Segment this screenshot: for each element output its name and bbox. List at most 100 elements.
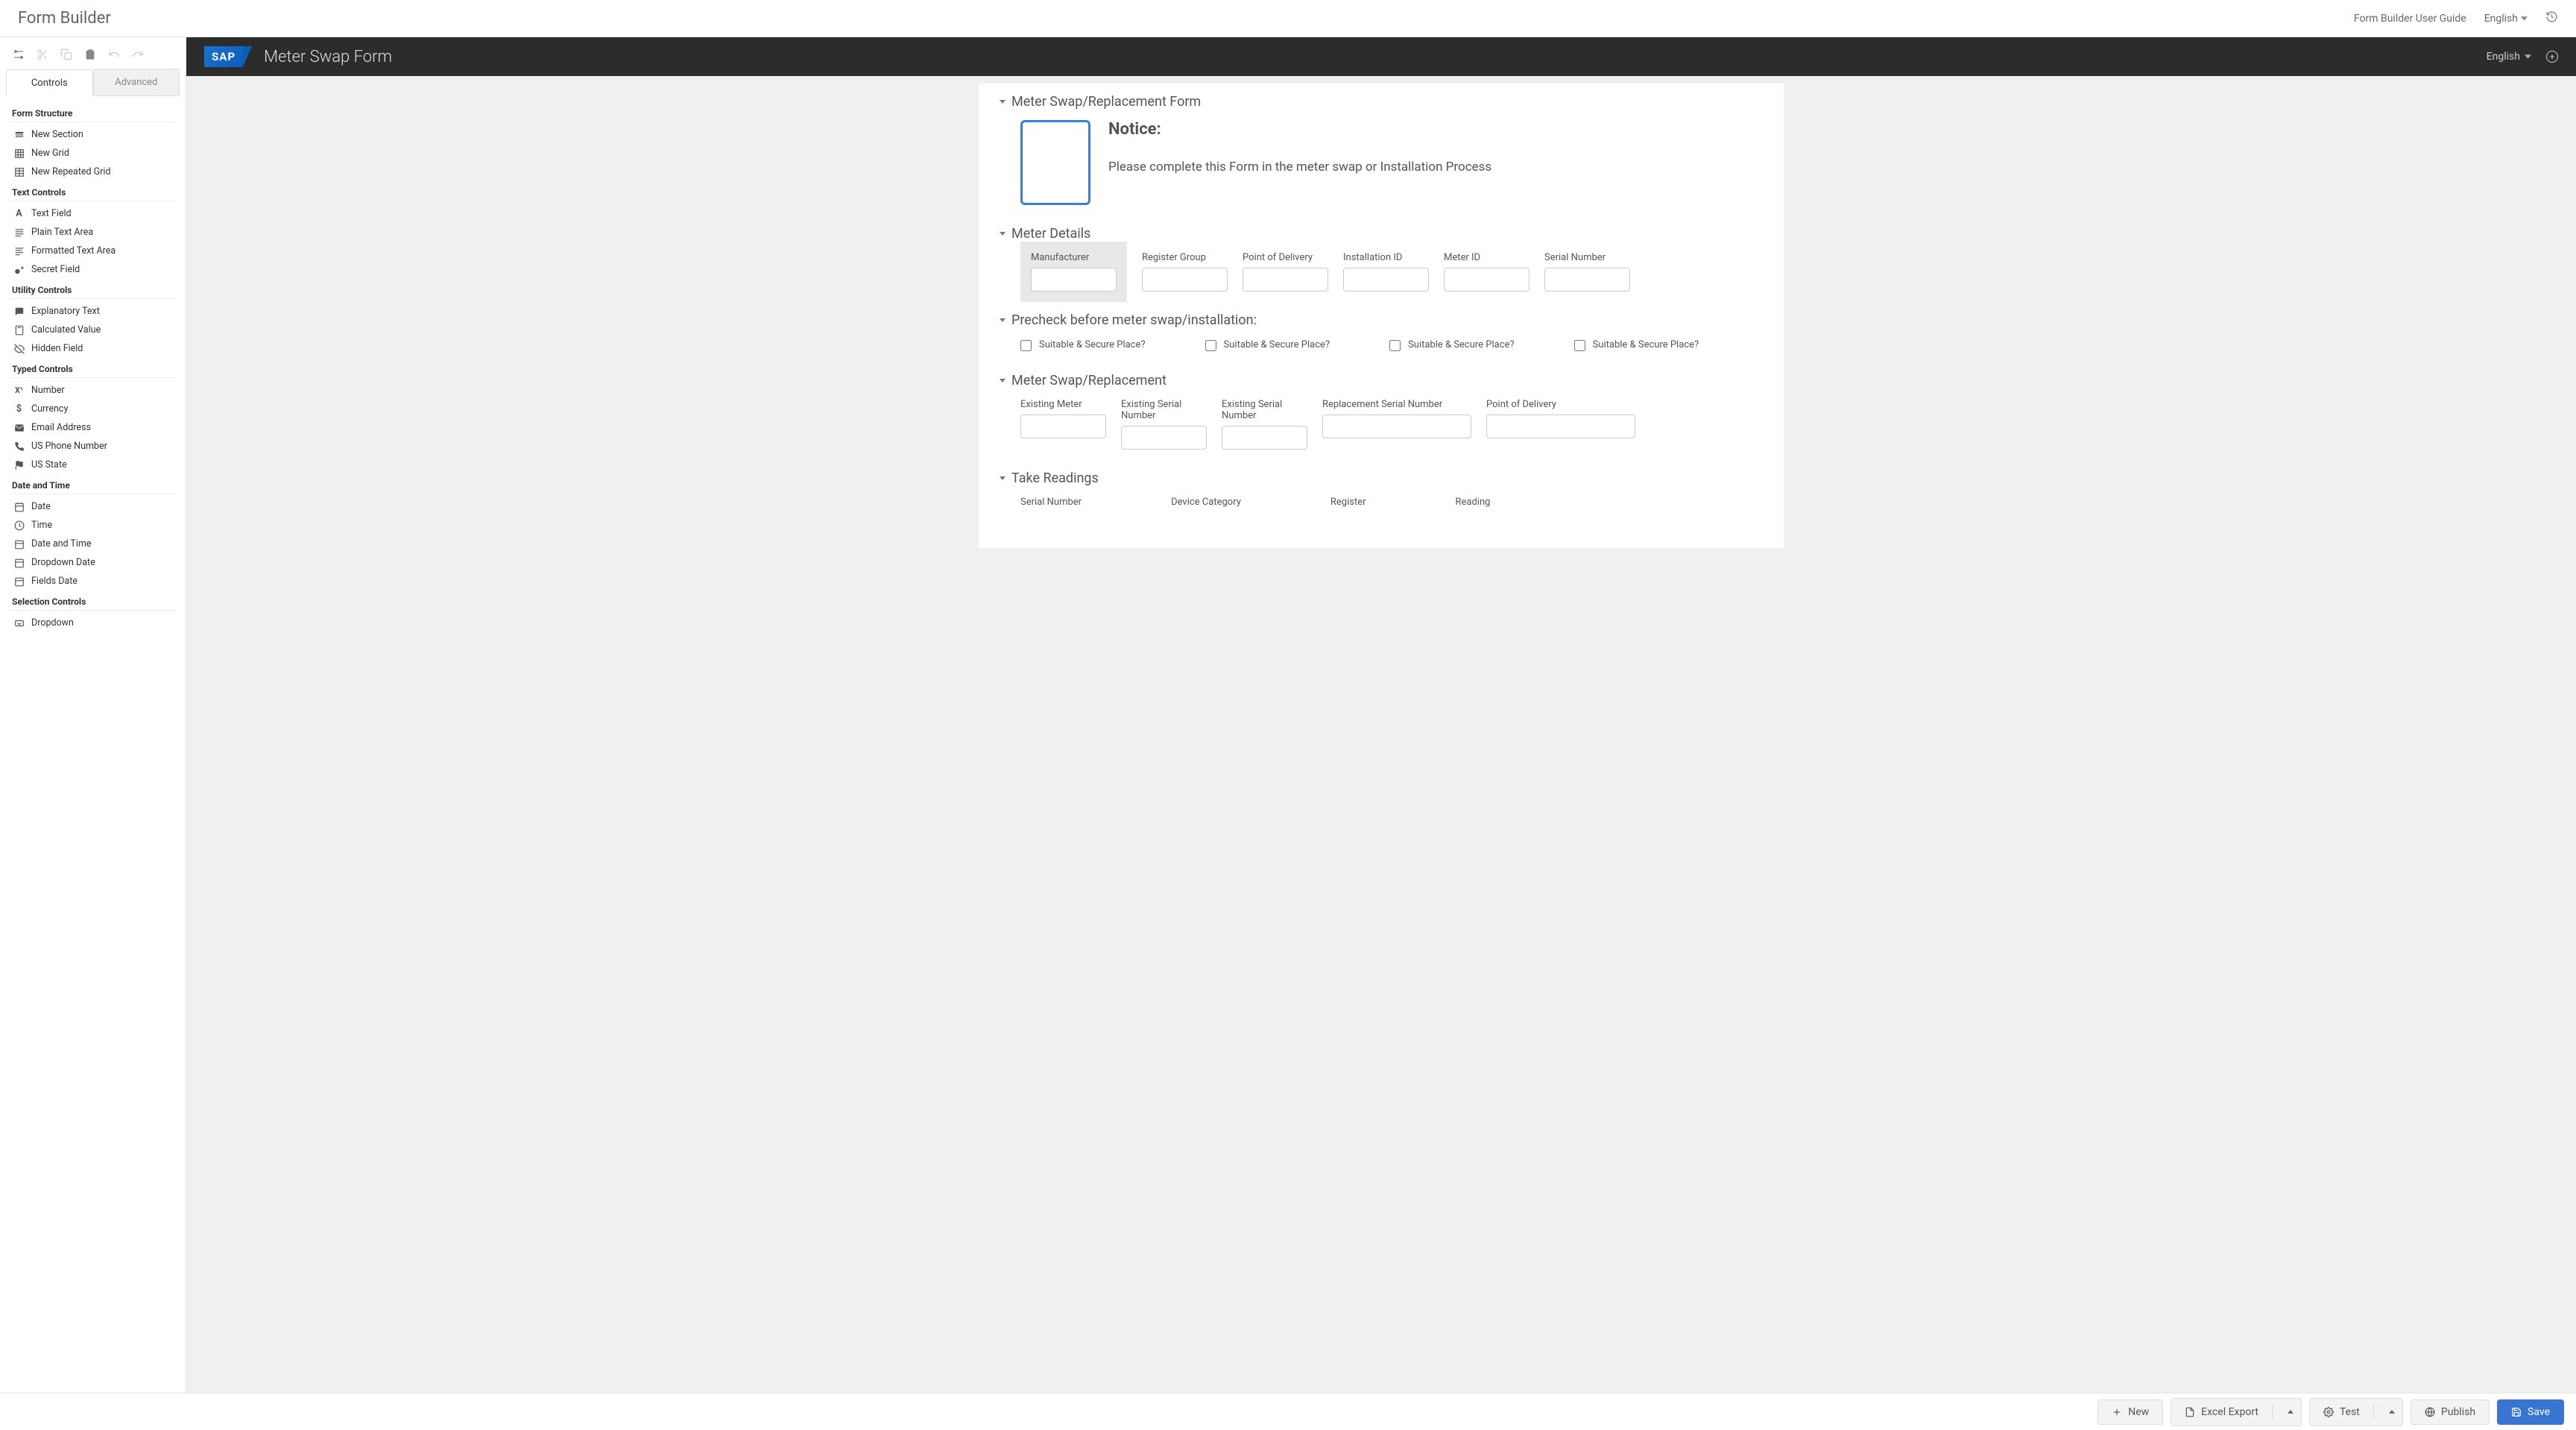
ctrl-explanatory-text[interactable]: Explanatory Text — [9, 302, 177, 321]
test-dropdown[interactable] — [2373, 1405, 2402, 1420]
ctrl-state[interactable]: US State — [9, 456, 177, 474]
ctrl-time[interactable]: Time — [9, 516, 177, 535]
point-of-delivery-input-2[interactable] — [1486, 415, 1635, 438]
excel-dropdown[interactable] — [2272, 1405, 2301, 1420]
ctrl-date[interactable]: Date — [9, 497, 177, 516]
field-existing-serial-1[interactable]: Existing Serial Number — [1121, 399, 1207, 450]
undo-icon[interactable] — [107, 48, 121, 61]
collapse-caret-icon[interactable] — [1000, 100, 1006, 104]
collapse-caret-icon[interactable] — [1000, 232, 1006, 236]
ctrl-new-grid[interactable]: New Grid — [9, 144, 177, 163]
installation-id-input[interactable] — [1343, 268, 1429, 292]
new-button[interactable]: New — [2097, 1399, 2163, 1425]
section-header[interactable]: Take Readings — [1000, 470, 1763, 486]
save-label: Save — [2528, 1406, 2550, 1418]
field-point-of-delivery-2[interactable]: Point of Delivery — [1486, 399, 1635, 450]
group-form-structure: Form Structure — [9, 102, 177, 122]
field-label: Point of Delivery — [1486, 399, 1635, 410]
manufacturer-input[interactable] — [1031, 268, 1117, 292]
replacement-serial-input[interactable] — [1322, 415, 1471, 438]
field-label: Manufacturer — [1031, 252, 1117, 263]
ctrl-dropdown-date[interactable]: Dropdown Date — [9, 553, 177, 572]
serial-number-input[interactable] — [1544, 268, 1630, 292]
section-header[interactable]: Meter Details — [1000, 226, 1763, 242]
ctrl-new-section[interactable]: New Section — [9, 125, 177, 144]
existing-serial-input-2[interactable] — [1222, 426, 1307, 450]
test-button[interactable]: Test — [2309, 1398, 2403, 1426]
add-icon[interactable]: + — [2546, 51, 2558, 63]
plain-text-icon — [13, 227, 25, 238]
ctrl-formatted-text-area[interactable]: Formatted Text Area — [9, 242, 177, 260]
ctrl-text-field[interactable]: AText Field — [9, 204, 177, 223]
ctrl-number[interactable]: X¹Number — [9, 381, 177, 400]
save-button[interactable]: Save — [2497, 1399, 2564, 1425]
excel-export-button[interactable]: Excel Export — [2171, 1398, 2302, 1426]
field-device-category[interactable]: Device Category — [1171, 497, 1241, 508]
existing-serial-input[interactable] — [1121, 426, 1207, 450]
ctrl-email[interactable]: Email Address — [9, 418, 177, 437]
collapse-caret-icon[interactable] — [1000, 379, 1006, 382]
section-header[interactable]: Meter Swap/Replacement Form — [1000, 94, 1763, 110]
ctrl-hidden-field[interactable]: Hidden Field — [9, 339, 177, 358]
notice-image-placeholder[interactable] — [1020, 120, 1090, 205]
paste-icon[interactable] — [83, 48, 97, 61]
field-meter-id[interactable]: Meter ID — [1444, 252, 1530, 292]
user-guide-link[interactable]: Form Builder User Guide — [2354, 13, 2466, 25]
suitable-secure-checkbox[interactable] — [1205, 340, 1216, 351]
field-serial-number[interactable]: Serial Number — [1544, 252, 1630, 292]
ctrl-plain-text-area[interactable]: Plain Text Area — [9, 223, 177, 242]
ctrl-dropdown[interactable]: Dropdown — [9, 614, 177, 632]
ctrl-calculated-value[interactable]: Calculated Value — [9, 321, 177, 339]
field-existing-serial-2[interactable]: Existing Serial Number — [1222, 399, 1307, 450]
phone-icon — [13, 441, 25, 452]
repeated-grid-icon — [13, 166, 25, 177]
ctrl-new-repeated-grid[interactable]: New Repeated Grid — [9, 163, 177, 181]
check-item: Suitable & Secure Place? — [1020, 338, 1146, 352]
language-label: English — [2484, 13, 2518, 25]
collapse-caret-icon[interactable] — [1000, 476, 1006, 480]
field-existing-meter[interactable]: Existing Meter — [1020, 399, 1106, 450]
language-dropdown[interactable]: English — [2484, 13, 2528, 25]
ctrl-label: Explanatory Text — [31, 306, 100, 317]
tab-advanced[interactable]: Advanced — [93, 69, 180, 95]
meter-id-input[interactable] — [1444, 268, 1530, 292]
field-register-group[interactable]: Register Group — [1142, 252, 1228, 292]
ctrl-phone[interactable]: US Phone Number — [9, 437, 177, 456]
copy-icon[interactable] — [60, 48, 73, 61]
existing-meter-input[interactable] — [1020, 415, 1106, 438]
settings-icon[interactable] — [12, 48, 25, 61]
redo-icon[interactable] — [131, 48, 145, 61]
collapse-caret-icon[interactable] — [1000, 318, 1006, 322]
section-header[interactable]: Meter Swap/Replacement — [1000, 373, 1763, 388]
point-of-delivery-input[interactable] — [1243, 268, 1328, 292]
suitable-secure-checkbox[interactable] — [1574, 340, 1585, 351]
section-header[interactable]: Precheck before meter swap/installation: — [1000, 312, 1763, 328]
suitable-secure-checkbox[interactable] — [1389, 340, 1401, 351]
publish-button[interactable]: Publish — [2411, 1399, 2490, 1425]
ctrl-date-time[interactable]: Date and Time — [9, 535, 177, 553]
field-register[interactable]: Register — [1330, 497, 1366, 508]
suitable-secure-checkbox[interactable] — [1020, 340, 1032, 351]
form-title[interactable]: Meter Swap Form — [264, 48, 392, 66]
field-replacement-serial[interactable]: Replacement Serial Number — [1322, 399, 1471, 450]
history-icon[interactable] — [2545, 10, 2558, 26]
cut-icon[interactable] — [36, 48, 49, 61]
field-reading[interactable]: Reading — [1456, 497, 1491, 508]
field-serial-number-2[interactable]: Serial Number — [1020, 497, 1082, 508]
tab-controls[interactable]: Controls — [6, 69, 93, 96]
field-point-of-delivery[interactable]: Point of Delivery — [1243, 252, 1328, 292]
controls-panel: Form Structure New Section New Grid New … — [6, 96, 180, 1387]
ctrl-fields-date[interactable]: Fields Date — [9, 572, 177, 590]
canvas-language-dropdown[interactable]: English — [2487, 51, 2531, 63]
field-label: Installation ID — [1343, 252, 1429, 263]
ctrl-currency[interactable]: $Currency — [9, 400, 177, 418]
canvas-language-label: English — [2487, 51, 2520, 63]
clock-icon — [13, 520, 25, 531]
field-label: Point of Delivery — [1243, 252, 1328, 263]
field-installation-id[interactable]: Installation ID — [1343, 252, 1429, 292]
register-group-input[interactable] — [1142, 268, 1228, 292]
field-manufacturer[interactable]: Manufacturer — [1020, 242, 1127, 302]
ctrl-secret-field[interactable]: Secret Field — [9, 260, 177, 279]
form-canvas: Meter Swap/Replacement Form Notice: Plea… — [979, 84, 1784, 548]
ctrl-label: New Repeated Grid — [31, 166, 111, 177]
